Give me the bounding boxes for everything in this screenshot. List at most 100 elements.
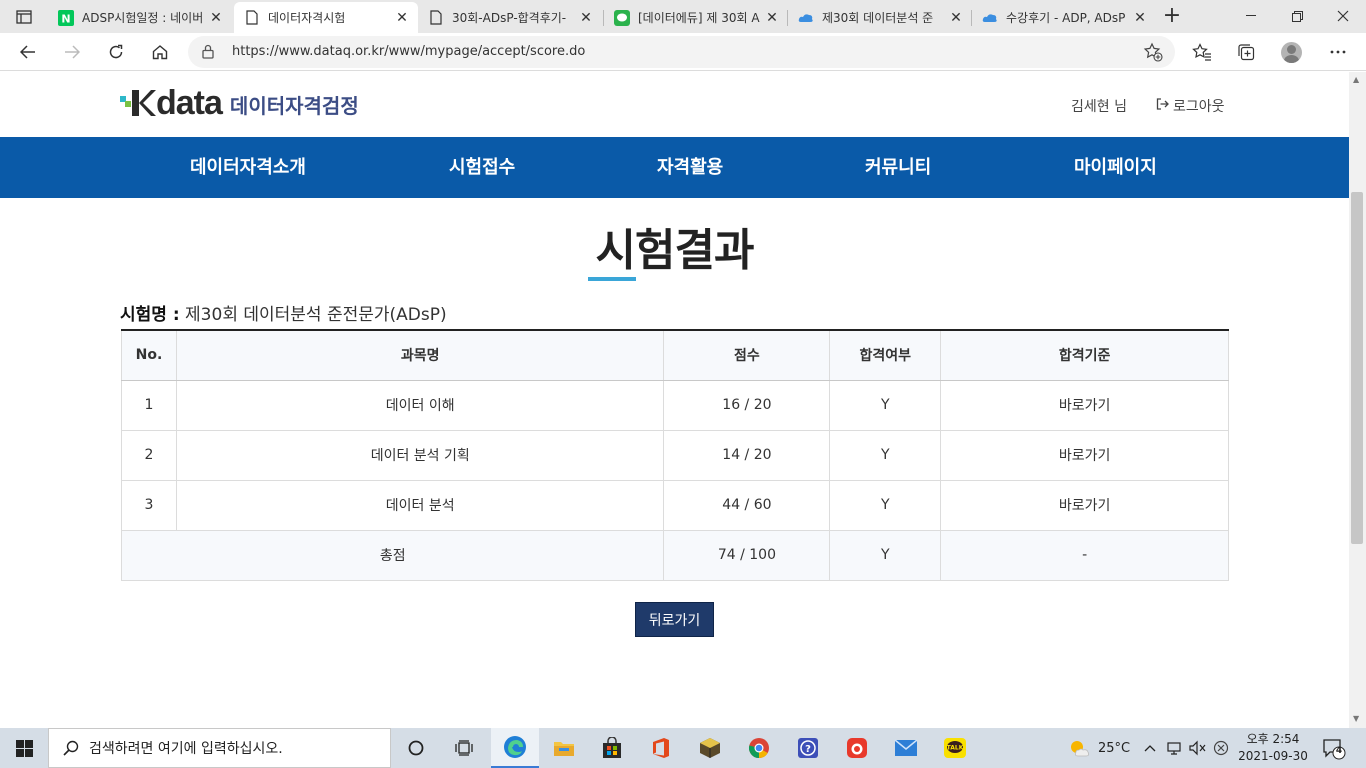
tray-expand-button[interactable] — [1142, 728, 1158, 768]
exam-name-label: 시험명 : — [120, 305, 180, 325]
close-icon[interactable]: ✕ — [394, 10, 410, 26]
refresh-button[interactable] — [102, 38, 130, 66]
nav-item-certification-use[interactable]: 자격활용 — [657, 137, 723, 198]
taskbar-store[interactable] — [588, 728, 636, 768]
taskbar-search[interactable]: 검색하려면 여기에 입력하십시오. — [48, 728, 391, 768]
subject-score: 16 / 20 — [663, 379, 831, 431]
url-text[interactable]: https://www.dataq.or.kr/www/mypage/accep… — [232, 44, 585, 59]
logo-subtitle: 데이터자격검정 — [229, 94, 359, 118]
logout-link[interactable]: 로그아웃 — [1156, 96, 1225, 116]
close-icon[interactable]: ✕ — [208, 10, 224, 26]
cortana-button[interactable] — [392, 728, 440, 768]
nav-item-mypage[interactable]: 마이페이지 — [1074, 137, 1157, 198]
store-icon — [603, 737, 621, 758]
taskbar-help-app[interactable]: ? — [784, 728, 832, 768]
taskbar-file-explorer[interactable] — [540, 728, 588, 768]
subject-score: 44 / 60 — [663, 479, 831, 531]
minimize-button[interactable] — [1228, 0, 1274, 32]
address-bar[interactable]: https://www.dataq.or.kr/www/mypage/accep… — [188, 36, 1175, 68]
back-nav-button[interactable] — [14, 38, 42, 66]
browser-tab-6[interactable]: 수강후기 - ADP, ADsP ✕ — [972, 2, 1156, 33]
taskbar-edge[interactable] — [491, 728, 539, 768]
volume-button[interactable] — [1189, 728, 1207, 768]
search-icon — [63, 740, 79, 756]
browser-tab-3[interactable]: 30회-ADsP-합격후기- ✕ — [418, 2, 602, 33]
close-icon[interactable]: ✕ — [948, 10, 964, 26]
favorites-icon — [1192, 43, 1211, 61]
volume-muted-icon — [1189, 740, 1206, 756]
taskbar-kakaotalk[interactable]: TALK — [931, 728, 979, 768]
home-button[interactable] — [146, 38, 174, 66]
browser-tab-4[interactable]: [데이터에듀] 제 30회 A ✕ — [604, 2, 788, 33]
table-row: 3 데이터 분석 44 / 60 Y 바로가기 — [121, 479, 1229, 531]
office-icon — [653, 738, 669, 758]
task-view-icon — [455, 740, 473, 756]
nav-item-community[interactable]: 커뮤니티 — [865, 137, 931, 198]
ime-status-button[interactable] — [1213, 728, 1229, 768]
svg-text:N: N — [61, 12, 70, 25]
address-toolbar: https://www.dataq.or.kr/www/mypage/accep… — [0, 33, 1366, 71]
main-navigation: 데이터자격소개 시험접수 자격활용 커뮤니티 마이페이지 — [0, 137, 1349, 198]
criteria-link[interactable]: 바로가기 — [940, 379, 1229, 431]
add-favorite-icon[interactable] — [1143, 42, 1163, 66]
scroll-down-icon[interactable]: ▼ — [1353, 714, 1359, 723]
taskbar-camera-app[interactable] — [833, 728, 881, 768]
subject-score: 14 / 20 — [663, 429, 831, 481]
browser-tab-5[interactable]: 제30회 데이터분석 준 ✕ — [788, 2, 972, 33]
start-button[interactable] — [0, 728, 48, 768]
column-header: No. — [121, 329, 177, 381]
blue-cloud-icon — [798, 10, 814, 26]
chevron-up-icon — [1144, 745, 1156, 752]
close-icon[interactable]: ✕ — [578, 10, 594, 26]
criteria-link[interactable]: 바로가기 — [940, 479, 1229, 531]
svg-text:?: ? — [805, 744, 811, 755]
tab-actions-button[interactable] — [8, 6, 40, 28]
tab-title: 수강후기 - ADP, ADsP — [1006, 11, 1126, 25]
taskbar-mail[interactable] — [882, 728, 930, 768]
scroll-up-icon[interactable]: ▲ — [1353, 75, 1359, 84]
network-button[interactable] — [1166, 728, 1182, 768]
browser-tab-2[interactable]: 데이터자격시험 ✕ — [234, 2, 418, 33]
forward-nav-button[interactable] — [58, 38, 86, 66]
nav-item-registration[interactable]: 시험접수 — [449, 137, 515, 198]
total-row: 총점 74 / 100 Y - — [120, 529, 1229, 581]
restore-button[interactable] — [1274, 0, 1320, 32]
profile-avatar[interactable] — [1281, 42, 1302, 63]
scrollbar-thumb[interactable] — [1351, 192, 1363, 544]
notification-center-button[interactable]: 4 — [1322, 738, 1346, 764]
close-icon[interactable]: ✕ — [764, 10, 780, 26]
page-title: 시험결과 — [595, 225, 755, 276]
criteria-link[interactable]: 바로가기 — [940, 429, 1229, 481]
logo-text: data — [156, 84, 223, 122]
task-view-button[interactable] — [440, 728, 488, 768]
weather-widget[interactable]: 25°C — [1068, 728, 1130, 768]
taskbar-chrome[interactable] — [735, 728, 783, 768]
favorites-button[interactable] — [1188, 38, 1216, 66]
table-row: 1 데이터 이해 16 / 20 Y 바로가기 — [121, 379, 1229, 431]
kdata-logo[interactable]: data 데이터자격검정 — [120, 86, 359, 120]
taskbar-app-cube[interactable] — [686, 728, 734, 768]
naver-icon: N — [58, 9, 74, 26]
nav-item-about[interactable]: 데이터자격소개 — [190, 137, 306, 198]
tab-title: 데이터자격시험 — [268, 11, 346, 25]
pass-status: Y — [829, 429, 942, 481]
arrow-right-icon — [65, 45, 80, 59]
new-tab-button[interactable]: + — [1160, 5, 1184, 29]
tab-title: 제30회 데이터분석 준 — [822, 11, 934, 25]
close-icon[interactable]: ✕ — [1132, 10, 1148, 26]
taskbar-clock[interactable]: 오후 2:54 2021-09-30 — [1236, 731, 1310, 765]
row-number: 2 — [121, 429, 177, 481]
folder-icon — [554, 742, 574, 756]
lock-icon[interactable] — [202, 44, 214, 63]
notification-count: 4 — [1335, 746, 1343, 756]
back-button[interactable]: 뒤로가기 — [635, 602, 714, 637]
page-scrollbar[interactable]: ▲ ▼ — [1349, 72, 1366, 728]
user-name: 김세현 님 — [1071, 99, 1127, 115]
settings-more-button[interactable] — [1324, 38, 1352, 66]
browser-tab-1[interactable]: N ADSP시험일정 : 네이버 ✕ — [48, 2, 232, 33]
exam-name: 시험명 : 제30회 데이터분석 준전문가(ADsP) — [120, 300, 447, 325]
weather-temp: 25°C — [1098, 740, 1131, 756]
close-window-button[interactable] — [1320, 0, 1366, 32]
taskbar-office[interactable] — [637, 728, 685, 768]
collections-button[interactable] — [1232, 38, 1260, 66]
